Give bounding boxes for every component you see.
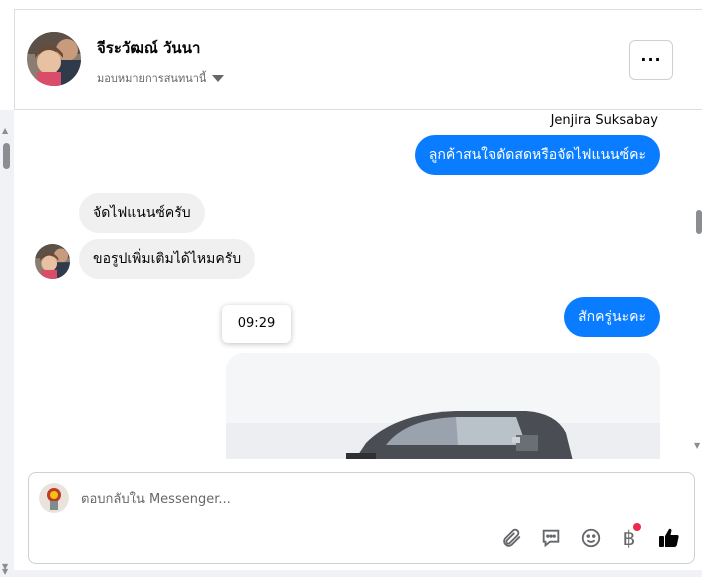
attached-photo[interactable] xyxy=(226,353,660,459)
more-options-button[interactable]: ··· xyxy=(629,40,673,80)
thread-scrollbar[interactable]: ▼ xyxy=(694,111,702,459)
reply-input[interactable] xyxy=(81,488,641,510)
contact-avatar[interactable] xyxy=(27,32,81,86)
page-avatar xyxy=(39,483,69,513)
message-bubble-incoming[interactable]: จัดไฟแนนซ์ครับ xyxy=(79,193,205,233)
scrollbar-thumb[interactable] xyxy=(3,143,10,169)
emoji-icon[interactable] xyxy=(579,525,603,551)
chat-bubble-icon[interactable] xyxy=(539,525,563,551)
timestamp-tooltip: 09:29 xyxy=(222,305,291,343)
message-bubble-outgoing[interactable]: สักครู่นะคะ xyxy=(564,297,660,337)
message-bubble-incoming[interactable]: ขอรูปเพิ่มเติมได้ไหมครับ xyxy=(79,239,256,279)
contact-name[interactable]: จีระวัฒณ์ วันนา xyxy=(97,36,200,60)
notification-dot xyxy=(633,523,641,531)
assign-conversation-dropdown[interactable]: มอบหมายการสนทนานี้ xyxy=(97,69,225,87)
message-thread[interactable]: Jenjira Suksabay ลูกค้าสนใจดัดสดหรือจัดไ… xyxy=(15,111,695,459)
message-bubble-outgoing[interactable]: ลูกค้าสนใจดัดสดหรือจัดไฟแนนซ์คะ xyxy=(414,135,660,175)
sender-name: Jenjira Suksabay xyxy=(550,113,658,128)
more-horizontal-icon: ··· xyxy=(640,50,662,69)
scroll-down-arrow-icon[interactable]: ▼ xyxy=(694,441,700,450)
conversation-header: จีระวัฒณ์ วันนา มอบหมายการสนทนานี้ ··· xyxy=(15,10,702,110)
reply-composer: ฿ xyxy=(28,472,695,564)
assign-label: มอบหมายการสนทนานี้ xyxy=(97,72,207,85)
scroll-up-arrow-icon[interactable]: ▲ xyxy=(2,126,8,135)
contact-avatar-small[interactable] xyxy=(35,244,70,279)
paperclip-icon[interactable] xyxy=(499,525,523,551)
caret-down-icon xyxy=(212,75,225,82)
baht-payment-icon[interactable]: ฿ xyxy=(617,523,641,551)
scrollbar-thumb[interactable] xyxy=(696,210,702,234)
bottom-scrollbar-track: ▼ xyxy=(0,567,702,577)
thumbs-up-icon[interactable] xyxy=(657,525,681,551)
scroll-down-arrow-icon[interactable]: ▼ xyxy=(2,567,8,576)
left-scrollbar[interactable]: ▲ ▼ xyxy=(0,110,14,577)
